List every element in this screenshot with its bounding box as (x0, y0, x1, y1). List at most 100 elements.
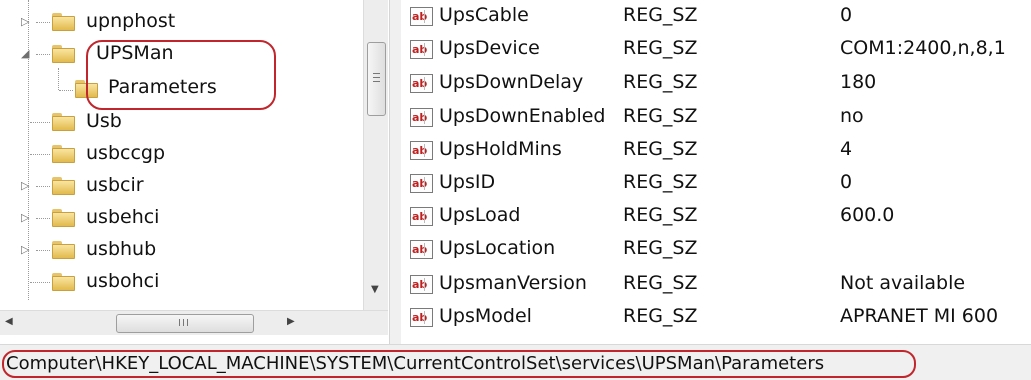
tree-connector (30, 122, 50, 123)
folder-icon (52, 13, 75, 31)
value-row[interactable]: ab UpsLocation REG_SZ (401, 233, 1031, 267)
value-data: APRANET MI 600 (840, 305, 999, 327)
string-value-icon: ab (410, 74, 433, 93)
value-data: 0 (840, 171, 853, 193)
registry-values-list[interactable]: ab UpsCable REG_SZ 0 ab UpsDevice REG_SZ… (401, 0, 1031, 344)
tree-item-upnphost[interactable]: ▷ upnphost (0, 6, 360, 38)
string-value-icon: ab (410, 207, 433, 226)
expand-arrow-icon[interactable]: ▷ (21, 16, 29, 27)
folder-icon (52, 209, 75, 227)
tree-item-label: Usb (86, 110, 122, 132)
folder-icon (52, 241, 75, 259)
tree-item-label: usbehci (86, 206, 160, 228)
string-value-icon: ab (410, 108, 433, 127)
tree-item-label: upnphost (86, 10, 176, 32)
value-data: Not available (840, 272, 966, 294)
value-data: 600.0 (840, 204, 895, 226)
grip-line (179, 319, 180, 326)
grip-line (373, 73, 380, 74)
tree-item-label: usbcir (86, 174, 144, 196)
value-type: REG_SZ (623, 204, 698, 226)
tree-item-usbehci[interactable]: ▷ usbehci (0, 202, 360, 234)
value-row[interactable]: ab UpsDownDelay REG_SZ 180 (401, 67, 1031, 101)
status-bar: Computer\HKEY_LOCAL_MACHINE\SYSTEM\Curre… (0, 344, 1031, 380)
value-type: REG_SZ (623, 138, 698, 160)
scroll-left-arrow-icon[interactable]: ◀ (5, 316, 13, 327)
registry-key-tree[interactable]: ▷ upnphost ◢ UPSMan Parameters Usb usbcc… (0, 0, 388, 344)
string-value-icon: ab (410, 141, 433, 160)
value-data: COM1:2400,n,8,1 (840, 37, 1006, 59)
tree-item-usbccgp[interactable]: usbccgp (0, 138, 360, 170)
string-value-icon: ab (410, 40, 433, 59)
value-row[interactable]: ab UpsLoad REG_SZ 600.0 (401, 200, 1031, 234)
tree-connector (30, 282, 50, 283)
value-type: REG_SZ (623, 171, 698, 193)
tree-connector (36, 22, 50, 23)
value-name: UpsDownDelay (439, 71, 584, 93)
grip-line (373, 77, 380, 78)
tree-connector (36, 54, 50, 55)
value-name: UpsLocation (439, 237, 556, 259)
value-row[interactable]: ab UpsDownEnabled REG_SZ no (401, 101, 1031, 135)
value-name: UpsCable (439, 4, 529, 26)
annotation-highlight-oval (2, 350, 916, 378)
folder-icon (52, 177, 75, 195)
scroll-right-arrow-icon[interactable]: ▶ (287, 316, 295, 327)
folder-icon (52, 113, 75, 131)
value-name: UpsID (439, 171, 496, 193)
value-type: REG_SZ (623, 71, 698, 93)
value-type: REG_SZ (623, 105, 698, 127)
string-value-icon: ab (410, 174, 433, 193)
value-name: UpsHoldMins (439, 138, 562, 160)
tree-item-label: usbohci (86, 270, 160, 292)
expand-arrow-icon[interactable]: ▷ (21, 244, 29, 255)
string-value-icon: ab (410, 240, 433, 259)
value-row[interactable]: ab UpsDevice REG_SZ COM1:2400,n,8,1 (401, 33, 1031, 67)
tree-connector (36, 218, 50, 219)
tree-connector (59, 90, 73, 91)
value-type: REG_SZ (623, 305, 698, 327)
value-data: 4 (840, 138, 853, 160)
value-type: REG_SZ (623, 272, 698, 294)
tree-connector (36, 250, 50, 251)
value-data: 0 (840, 4, 853, 26)
vertical-scroll-thumb[interactable] (367, 42, 386, 116)
tree-item-label: usbhub (86, 238, 157, 260)
string-value-icon: ab (410, 7, 433, 26)
value-name: UpsModel (439, 305, 532, 327)
expand-arrow-icon[interactable]: ▷ (21, 180, 29, 191)
horizontal-scroll-thumb[interactable] (116, 314, 254, 333)
value-type: REG_SZ (623, 237, 698, 259)
value-data: no (840, 105, 864, 127)
tree-item-usbhub[interactable]: ▷ usbhub (0, 234, 360, 266)
tree-item-usbcir[interactable]: ▷ usbcir (0, 170, 360, 202)
annotation-highlight-oval (86, 40, 276, 110)
grip-line (373, 81, 380, 82)
grip-line (183, 319, 184, 326)
value-name: UpsDownEnabled (439, 105, 606, 127)
value-row[interactable]: ab UpsHoldMins REG_SZ 4 (401, 134, 1031, 168)
value-name: UpsmanVersion (439, 272, 587, 294)
tree-horizontal-scrollbar[interactable]: ◀ ▶ (0, 310, 388, 335)
collapse-arrow-icon[interactable]: ◢ (21, 48, 29, 59)
tree-vertical-scrollbar[interactable]: ▼ (363, 0, 388, 310)
value-row[interactable]: ab UpsID REG_SZ 0 (401, 167, 1031, 201)
value-row[interactable]: ab UpsModel REG_SZ APRANET MI 600 (401, 301, 1031, 335)
value-name: UpsDevice (439, 37, 540, 59)
value-row[interactable]: ab UpsCable REG_SZ 0 (401, 0, 1031, 34)
value-type: REG_SZ (623, 4, 698, 26)
value-type: REG_SZ (623, 37, 698, 59)
grip-line (187, 319, 188, 326)
string-value-icon: ab (410, 275, 433, 294)
tree-item-usbohci[interactable]: usbohci (0, 266, 360, 298)
tree-item-label: usbccgp (86, 142, 166, 164)
tree-connector (30, 154, 50, 155)
value-data: 180 (840, 71, 877, 93)
scroll-down-arrow-icon[interactable]: ▼ (371, 284, 379, 295)
expand-arrow-icon[interactable]: ▷ (21, 212, 29, 223)
value-row[interactable]: ab UpsmanVersion REG_SZ Not available (401, 268, 1031, 302)
value-name: UpsLoad (439, 204, 521, 226)
tree-connector (36, 186, 50, 187)
folder-open-icon (52, 45, 75, 63)
tree-item-usb[interactable]: Usb (0, 106, 360, 138)
